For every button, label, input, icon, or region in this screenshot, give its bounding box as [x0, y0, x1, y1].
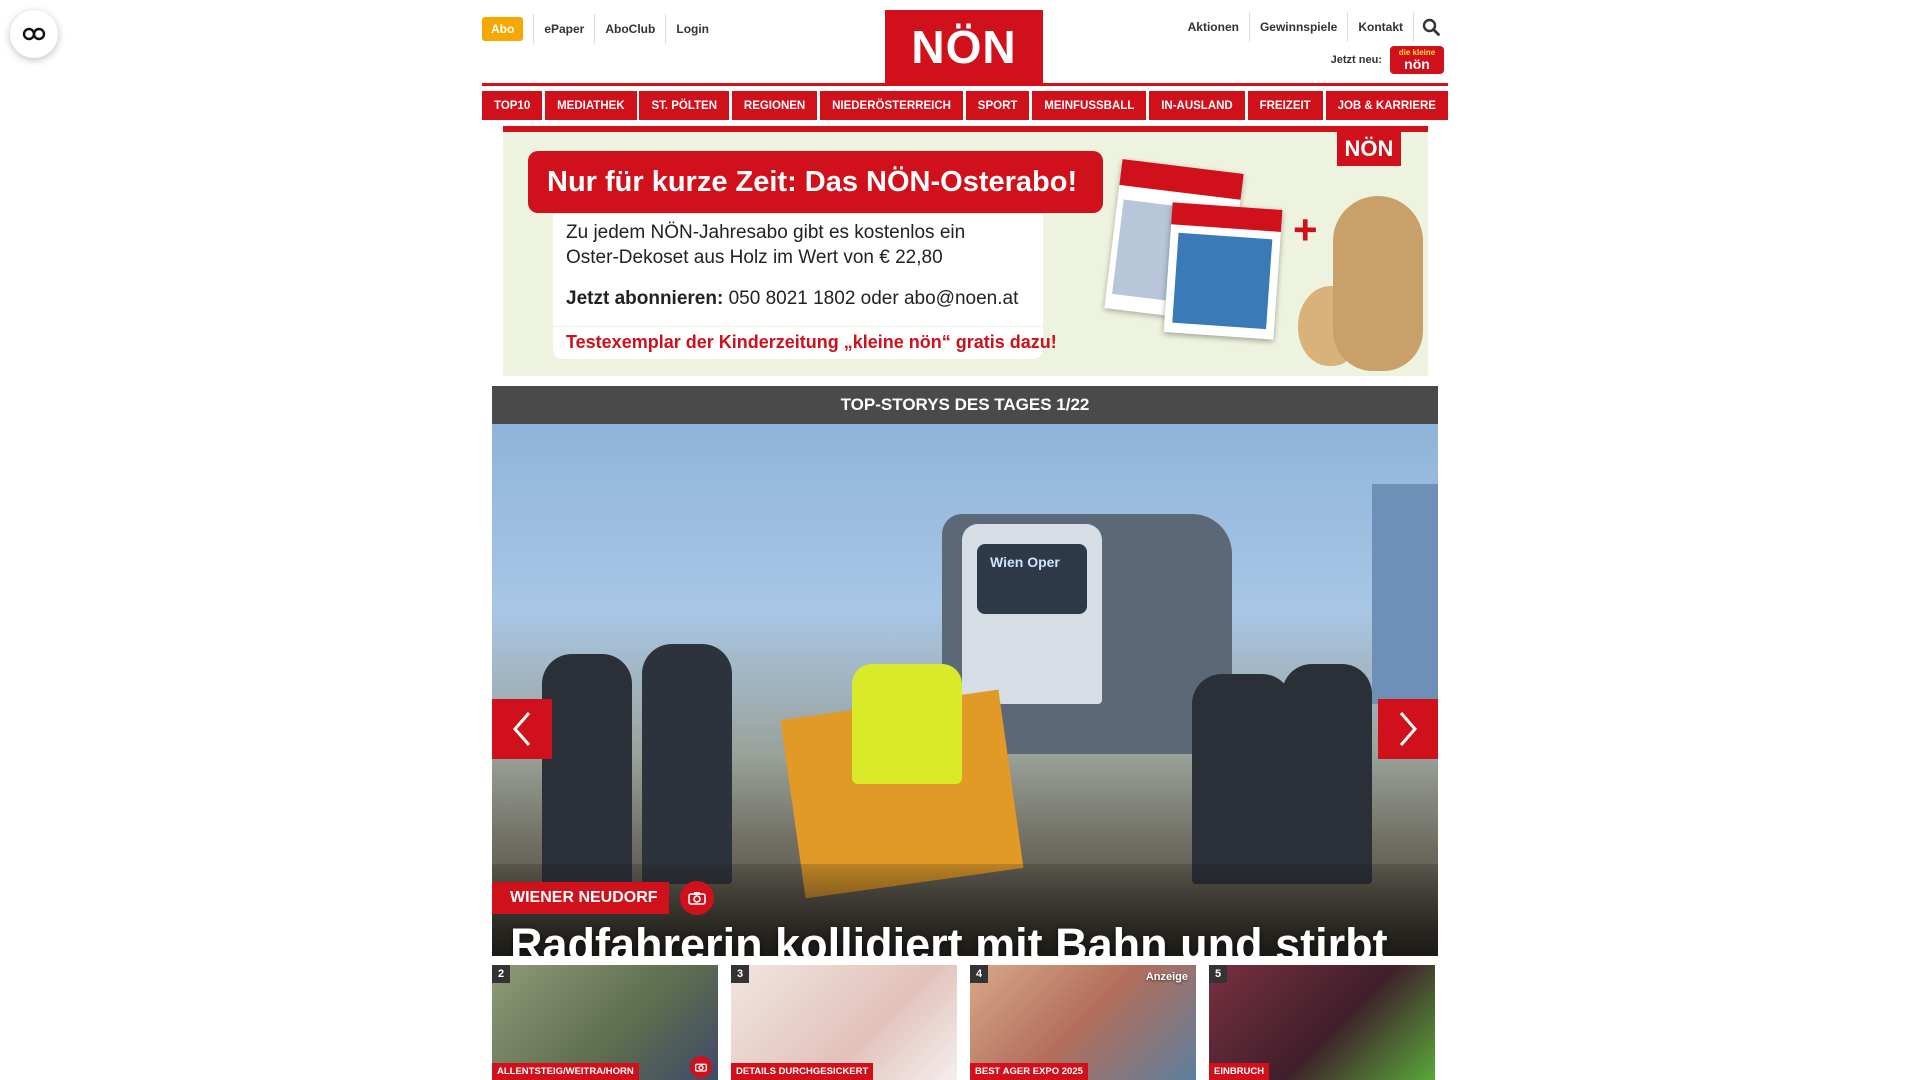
top-stories-carousel: TOP-STORYS DES TAGES 1/22 Wien Oper WIEN…: [492, 386, 1438, 956]
thumb-tag: ALLENTSTEIG/WEITRA/HORN: [492, 1063, 639, 1080]
banner-headline: Nur für kurze Zeit: Das NÖN-Osterabo!: [547, 166, 1078, 198]
accessibility-icon: [22, 27, 46, 41]
chevron-left-icon: [513, 712, 531, 746]
carousel-next-button[interactable]: [1378, 699, 1438, 759]
gewinnspiele-link[interactable]: Gewinnspiele: [1248, 12, 1347, 42]
nav-sport[interactable]: SPORT: [965, 91, 1030, 120]
abo-button[interactable]: Abo: [482, 17, 524, 41]
banner-contact: 050 8021 1802 oder abo@noen.at: [723, 288, 1019, 309]
camera-icon: [680, 881, 714, 915]
thumb-number: 5: [1209, 965, 1227, 983]
header-divider: [482, 83, 1448, 86]
nav-st-poelten[interactable]: ST. PÖLTEN: [639, 91, 730, 120]
osterabo-banner[interactable]: Nur für kurze Zeit: Das NÖN-Osterabo! Zu…: [503, 126, 1428, 376]
jetzt-neu: Jetzt neu: die kleine nön: [1331, 46, 1444, 74]
banner-top-bar: [503, 126, 1428, 132]
thumb-number: 3: [731, 965, 749, 983]
banner-noen-logo: NÖN: [1337, 132, 1401, 166]
plus-sign: +: [1293, 206, 1318, 253]
kleine-noen-logo[interactable]: die kleine nön: [1390, 46, 1444, 74]
chevron-right-icon: [1399, 712, 1417, 746]
jetzt-neu-label: Jetzt neu:: [1330, 54, 1382, 66]
top-links: Abo ePaper AboClub Login: [482, 14, 719, 44]
story-region-tag[interactable]: WIENER NEUDORF: [492, 882, 669, 914]
carousel-prev-button[interactable]: [492, 699, 552, 759]
login-link[interactable]: Login: [665, 14, 719, 44]
aboclub-link[interactable]: AboClub: [594, 14, 665, 44]
thumb-number: 2: [492, 965, 510, 983]
story-thumb-4[interactable]: 4 Anzeige BEST AGER EXPO 2025: [970, 965, 1196, 1080]
banner-line-2: Oster-Dekoset aus Holz im Wert von € 22,…: [566, 247, 943, 268]
carousel-image[interactable]: Wien Oper WIENER NEUDORF Radfahrerin kol…: [492, 424, 1438, 956]
kontakt-link[interactable]: Kontakt: [1347, 12, 1413, 42]
nav-mediathek[interactable]: MEDIATHEK: [545, 91, 637, 120]
story-thumb-3[interactable]: 3 DETAILS DURCHGESICKERT: [731, 965, 957, 1080]
kleine-logo-bottom: nön: [1404, 56, 1430, 72]
nav-regionen[interactable]: REGIONEN: [731, 91, 818, 120]
carousel-title: TOP-STORYS DES TAGES 1/22: [492, 386, 1438, 424]
story-thumb-5[interactable]: 5 EINBRUCH: [1209, 965, 1435, 1080]
nav-top10[interactable]: TOP10: [482, 91, 543, 120]
banner-line-1: Zu jedem NÖN-Jahresabo gibt es kostenlos…: [566, 222, 966, 243]
nav-meinfussball[interactable]: MEINFUSSBALL: [1032, 91, 1147, 120]
main-nav: TOP10 MEDIATHEK ST. PÖLTEN REGIONEN NIED…: [482, 91, 1448, 120]
story-headline[interactable]: Radfahrerin kollidiert mit Bahn und stir…: [510, 919, 1388, 956]
tram-destination: Wien Oper: [990, 554, 1060, 570]
banner-tagline: Testexemplar der Kinderzeitung „kleine n…: [566, 332, 1057, 352]
aktionen-link[interactable]: Aktionen: [1178, 12, 1249, 42]
banner-line-3: Jetzt abonnieren: 050 8021 1802 oder abo…: [566, 288, 1018, 310]
nav-niederoesterreich[interactable]: NIEDERÖSTERREICH: [820, 91, 963, 120]
easter-bunny-image: [1333, 196, 1423, 371]
nav-job-karriere[interactable]: JOB & KARRIERE: [1325, 91, 1448, 120]
thumb-tag: BEST AGER EXPO 2025: [970, 1063, 1088, 1080]
camera-icon: [690, 1056, 712, 1078]
anzeige-label: Anzeige: [1145, 971, 1188, 983]
noen-logo[interactable]: NÖN: [885, 10, 1043, 83]
accessibility-button[interactable]: [10, 10, 58, 58]
thumb-number: 4: [970, 965, 988, 983]
nav-freizeit[interactable]: FREIZEIT: [1247, 91, 1323, 120]
search-icon: [1422, 18, 1440, 36]
right-links: Aktionen Gewinnspiele Kontakt: [1178, 12, 1448, 42]
thumb-tag: DETAILS DURCHGESICKERT: [731, 1063, 874, 1080]
epaper-link[interactable]: ePaper: [533, 14, 594, 44]
nav-in-ausland[interactable]: IN-AUSLAND: [1149, 91, 1245, 120]
site-header: Abo ePaper AboClub Login NÖN Aktionen Ge…: [482, 0, 1448, 84]
thumb-tag: EINBRUCH: [1209, 1063, 1270, 1080]
banner-cta-label: Jetzt abonnieren:: [566, 288, 724, 309]
search-button[interactable]: [1413, 12, 1448, 42]
story-thumb-2[interactable]: 2 ALLENTSTEIG/WEITRA/HORN: [492, 965, 718, 1080]
kinderzeitung-image: [1163, 202, 1283, 340]
